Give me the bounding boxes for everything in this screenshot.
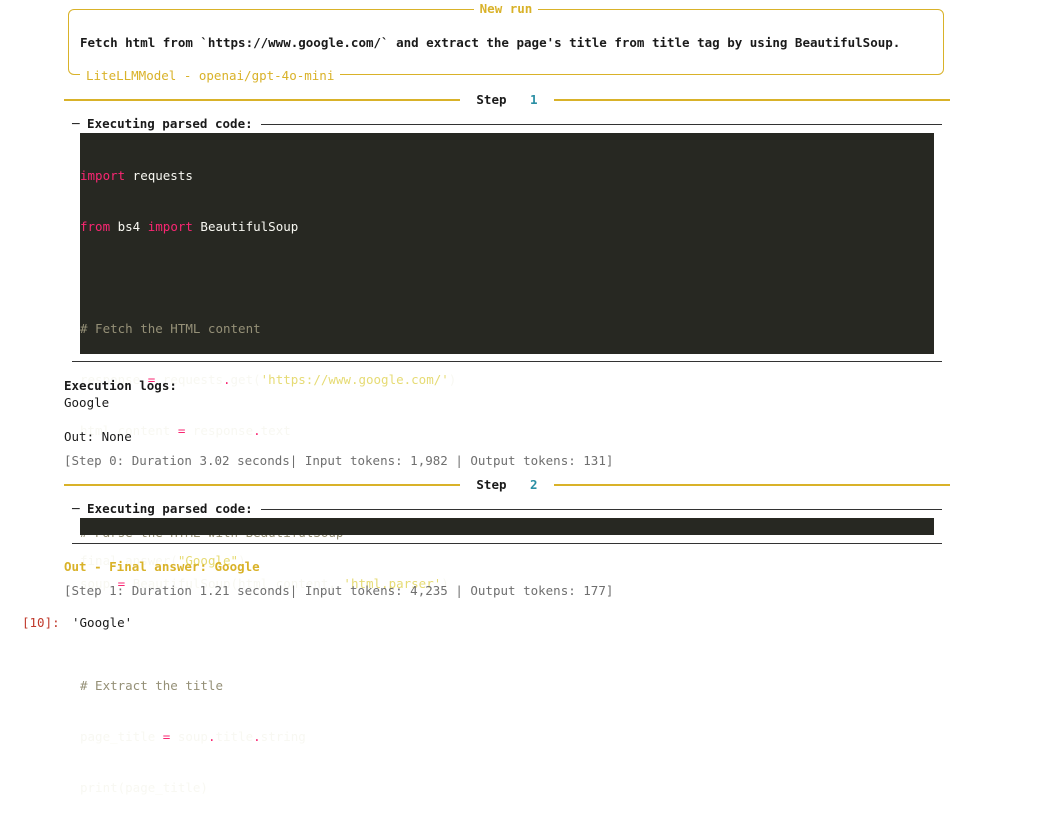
cell-prompt: [10]:: [22, 615, 60, 630]
code-line: from bs4 import BeautifulSoup: [80, 219, 299, 234]
code-line: import requests: [80, 168, 193, 183]
new-run-title: New run: [0, 1, 1012, 16]
step-2-number: 2: [522, 477, 546, 492]
code-line: page_title = soup.title.string: [80, 729, 306, 744]
code-line: response = requests.get('https://www.goo…: [80, 372, 457, 387]
code-line: print(page_title): [80, 780, 208, 795]
execution-logs-value: Google: [64, 395, 110, 410]
code-block-1: import requests from bs4 import Beautifu…: [80, 133, 934, 795]
step-2-header: Step 2: [64, 477, 950, 492]
code-line: # Extract the title: [80, 678, 223, 693]
code-line: # Fetch the HTML content: [80, 321, 261, 336]
code-line: html_content = response.text: [80, 423, 291, 438]
step-2-summary: [Step 1: Duration 1.21 seconds| Input to…: [64, 583, 614, 598]
task-text: Fetch html from `https://www.google.com/…: [80, 35, 901, 50]
exec-label-2: ─ Executing parsed code:: [72, 501, 261, 516]
execution-logs-label: Execution logs:: [64, 378, 177, 393]
out-text: Out: None: [64, 429, 132, 444]
final-answer: Out - Final answer: Google: [64, 559, 260, 574]
step-1-summary: [Step 0: Duration 3.02 seconds| Input to…: [64, 453, 614, 468]
model-label: LiteLLMModel - openai/gpt-4o-mini: [80, 68, 341, 83]
cell-output: 'Google': [72, 615, 133, 630]
code-block-2: final_answer("Google"): [80, 518, 934, 568]
step-1-number: 1: [522, 92, 546, 107]
step-1-header: Step 1: [64, 92, 950, 107]
exec-label-1: ─ Executing parsed code:: [72, 116, 261, 131]
exec-bottom-rule-1: [72, 361, 942, 362]
exec-bottom-rule-2: [72, 543, 942, 544]
